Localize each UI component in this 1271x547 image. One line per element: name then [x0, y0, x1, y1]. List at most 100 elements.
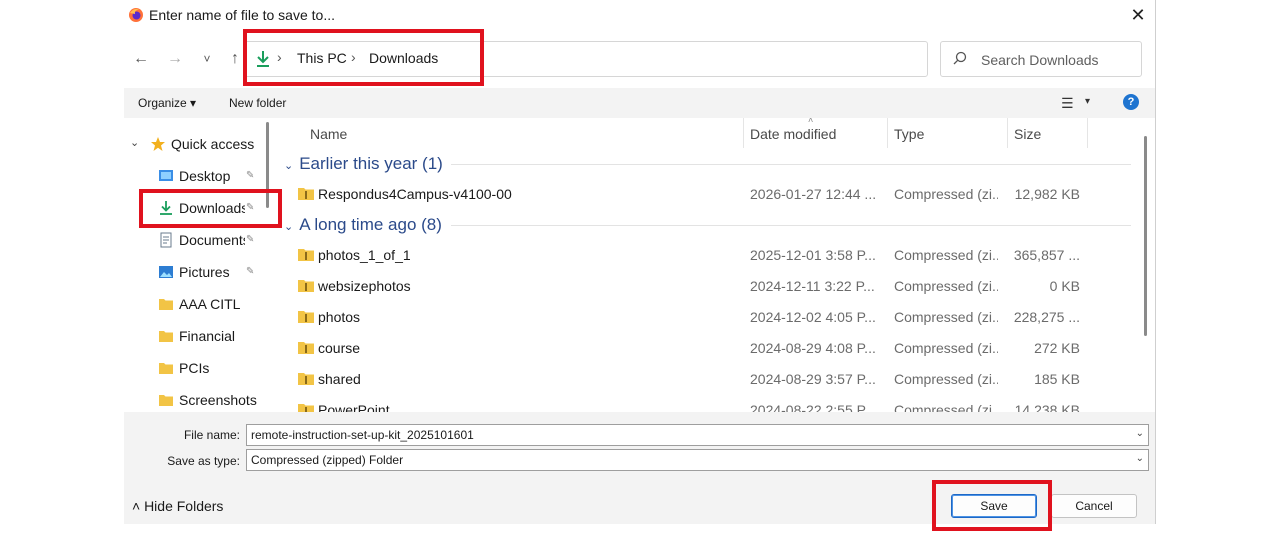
sidebar-item-desktop[interactable]: Desktop ✎ [124, 164, 262, 190]
file-size: 272 KB [1034, 340, 1080, 356]
pictures-icon [159, 266, 173, 278]
table-row[interactable]: photos 2024-12-02 4:05 P... Compressed (… [276, 304, 1136, 332]
zip-folder-icon [298, 188, 314, 200]
sidebar-item-pictures[interactable]: Pictures ✎ [124, 260, 262, 286]
file-date: 2024-12-11 3:22 P... [750, 278, 875, 294]
save-as-type-select[interactable]: Compressed (zipped) Folder ⌄ [246, 449, 1149, 471]
file-name: PowerPoint [318, 402, 390, 412]
column-header-size[interactable]: Size [1014, 126, 1041, 142]
column-header-name[interactable]: Name [310, 126, 347, 142]
column-header-type[interactable]: Type [894, 126, 924, 142]
file-list-scrollbar[interactable] [1144, 136, 1147, 336]
sidebar-item-quick-access[interactable]: ⌄ Quick access [124, 132, 262, 158]
navigation-bar: ← → ˅ ↑ › This PC › Downloads ⌄ ↻ Search… [124, 30, 1155, 88]
hide-folders-button[interactable]: ˄ Hide Folders [132, 498, 223, 514]
cancel-button[interactable]: Cancel [1051, 494, 1137, 518]
chevron-down-icon[interactable]: ⌄ [130, 136, 139, 149]
breadcrumb-downloads[interactable]: Downloads [369, 50, 438, 66]
view-dropdown-icon[interactable]: ▾ [1085, 96, 1090, 107]
table-row[interactable]: photos_1_of_1 2025-12-01 3:58 P... Compr… [276, 242, 1136, 270]
table-row[interactable]: Respondus4Campus-v4100-00 2026-01-27 12:… [276, 181, 1136, 209]
sidebar-item-aaa-citl[interactable]: AAA CITL [124, 292, 262, 318]
new-folder-button[interactable]: New folder [229, 96, 286, 110]
up-arrow-icon[interactable]: ↑ [224, 48, 246, 70]
table-row[interactable]: PowerPoint 2024-08-22 2:55 P... Compress… [276, 397, 1136, 412]
table-row[interactable]: shared 2024-08-29 3:57 P... Compressed (… [276, 366, 1136, 394]
group-header-a-long-time-ago[interactable]: ⌄ A long time ago (8) [284, 215, 442, 235]
file-size: 12,982 KB [1014, 186, 1080, 202]
chevron-down-icon[interactable]: ⌄ [1136, 428, 1144, 439]
file-type: Compressed (zi... [894, 247, 998, 263]
column-divider[interactable] [887, 118, 888, 148]
sidebar-item-label: Documents [179, 232, 245, 248]
sidebar-item-pcis[interactable]: PCIs [124, 356, 262, 382]
file-date: 2024-08-22 2:55 P... [750, 402, 876, 412]
organize-button[interactable]: Organize ▾ [138, 96, 196, 110]
file-name-label: File name: [183, 428, 240, 442]
zip-folder-icon [298, 342, 314, 354]
file-name: photos [318, 309, 361, 325]
table-row[interactable]: course 2024-08-29 4:08 P... Compressed (… [276, 335, 1136, 363]
documents-icon [160, 232, 172, 248]
sidebar-item-label: Screenshots [179, 392, 257, 408]
zip-folder-icon [298, 311, 314, 323]
group-divider [451, 225, 1131, 226]
column-header-date-modified[interactable]: Date modified [750, 126, 836, 142]
zip-folder-icon [298, 280, 314, 292]
column-divider[interactable] [1087, 118, 1088, 148]
back-arrow-icon[interactable]: ← [130, 48, 152, 70]
sidebar-item-downloads[interactable]: Downloads ✎ [124, 196, 262, 222]
chevron-down-icon[interactable]: ⌄ [1136, 453, 1144, 464]
file-type: Compressed (zi... [894, 309, 998, 325]
help-icon[interactable]: ? [1123, 94, 1139, 110]
file-name: course [318, 340, 361, 356]
column-divider[interactable] [743, 118, 744, 148]
file-name-value[interactable]: remote-instruction-set-up-kit_2025101601 [251, 428, 474, 442]
table-row[interactable]: websizephotos 2024-12-11 3:22 P... Compr… [276, 273, 1136, 301]
file-name: shared [318, 371, 361, 387]
search-placeholder: Search Downloads [981, 52, 1099, 68]
zip-folder-icon [298, 249, 314, 261]
group-header-earlier-this-year[interactable]: ⌄ Earlier this year (1) [284, 154, 443, 174]
desktop-icon [159, 170, 173, 181]
title-bar: Enter name of file to save to... ✕ [124, 0, 1155, 30]
forward-arrow-icon[interactable]: → [164, 48, 186, 70]
file-type: Compressed (zi... [894, 402, 998, 412]
save-as-type-value: Compressed (zipped) Folder [251, 453, 404, 467]
file-size: 0 KB [1049, 278, 1080, 294]
sidebar-item-financial[interactable]: Financial [124, 324, 262, 350]
zip-folder-icon [298, 373, 314, 385]
file-name: Respondus4Campus-v4100-00 [318, 186, 512, 202]
sidebar-item-documents[interactable]: Documents ✎ [124, 228, 262, 254]
save-button[interactable]: Save [951, 494, 1037, 518]
sidebar-item-screenshots[interactable]: Screenshots [124, 388, 262, 414]
group-label: Earlier this year (1) [299, 154, 443, 173]
breadcrumb-separator: › [277, 49, 282, 65]
folder-icon [159, 299, 173, 310]
file-date: 2024-08-29 3:57 P... [750, 371, 876, 387]
sidebar-item-label: AAA CITL [179, 296, 241, 312]
file-type: Compressed (zi... [894, 371, 998, 387]
recent-locations-icon[interactable]: ˅ [196, 48, 218, 70]
search-input[interactable]: Search Downloads [940, 41, 1142, 77]
file-name-field[interactable]: remote-instruction-set-up-kit_2025101601… [246, 424, 1149, 446]
close-icon[interactable]: ✕ [1124, 4, 1152, 26]
dialog-footer: ˄ Hide Folders Save Cancel [124, 478, 1155, 524]
file-date: 2026-01-27 12:44 ... [750, 186, 877, 202]
address-bar[interactable]: › This PC › Downloads ⌄ ↻ [244, 41, 1033, 77]
download-icon [257, 51, 269, 67]
column-divider[interactable] [1007, 118, 1008, 148]
sidebar-item-label: PCIs [179, 360, 210, 376]
view-options-icon[interactable]: ☰ [1061, 95, 1074, 112]
sidebar-item-label: Desktop [179, 168, 231, 184]
chevron-down-icon: ⌄ [284, 221, 294, 233]
breadcrumb-this-pc[interactable]: This PC [297, 50, 347, 66]
file-type: Compressed (zi... [894, 186, 998, 202]
zip-folder-icon [298, 404, 314, 412]
breadcrumb-separator: › [351, 49, 356, 65]
file-date: 2024-12-02 4:05 P... [750, 309, 876, 325]
sidebar-scrollbar[interactable] [266, 122, 269, 208]
file-date: 2025-12-01 3:58 P... [750, 247, 876, 263]
browser-body: ⌄ Quick access Desktop ✎ Downloads ✎ Doc… [124, 118, 1155, 412]
sidebar-item-label: Downloads [179, 200, 245, 216]
